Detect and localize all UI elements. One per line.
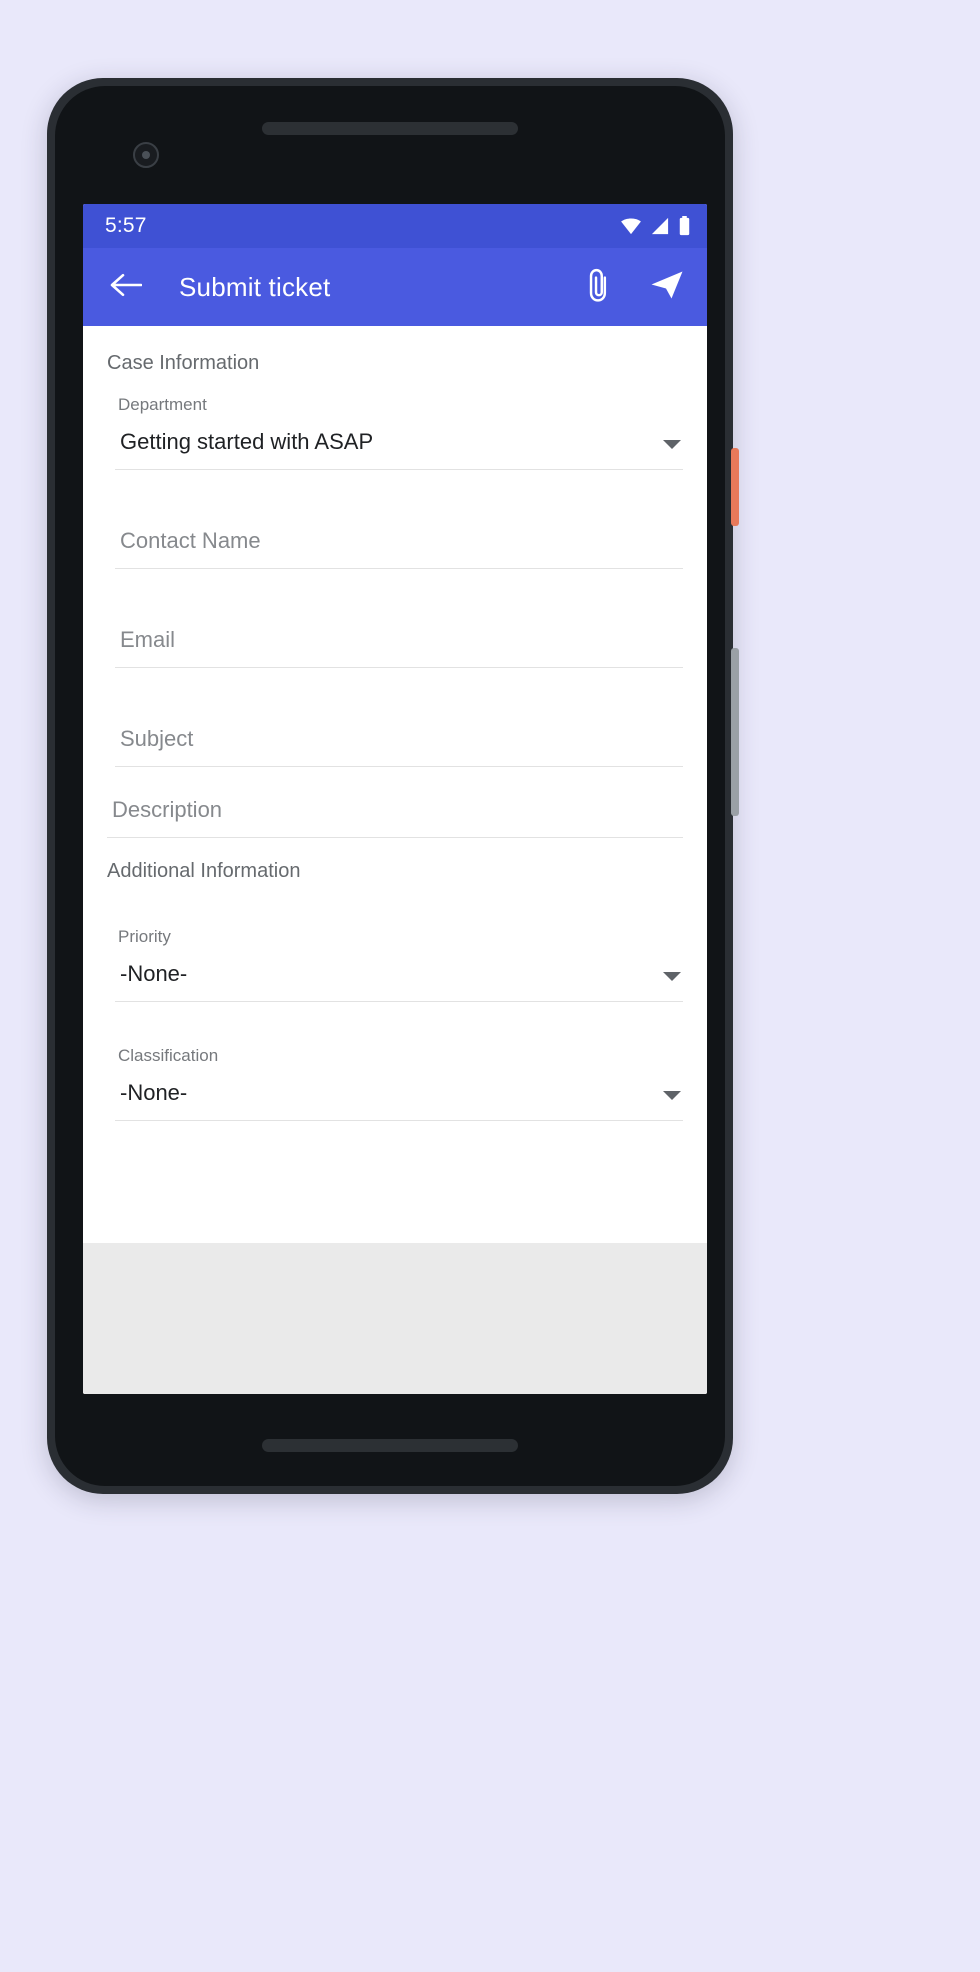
form-content: Case Information Department Getting star…	[83, 326, 707, 1243]
chevron-down-icon	[663, 1091, 681, 1100]
earpiece-speaker	[262, 122, 518, 135]
chevron-down-icon	[663, 972, 681, 981]
paperclip-icon	[586, 268, 612, 307]
field-email[interactable]: Email	[115, 569, 683, 668]
field-label-priority: Priority	[118, 927, 171, 946]
subject-input[interactable]: Subject	[115, 726, 683, 767]
priority-value: -None-	[120, 961, 188, 986]
status-bar: 5:57	[83, 204, 707, 248]
screenshot-root: 5:57 Submit ticket Case Information Depa…	[0, 0, 980, 1972]
back-button[interactable]	[107, 268, 145, 306]
priority-select[interactable]: -None-	[115, 961, 683, 1002]
description-placeholder: Description	[112, 797, 223, 822]
phone-bezel: 5:57 Submit ticket Case Information Depa…	[55, 86, 725, 1486]
app-bar-actions	[581, 268, 685, 307]
classification-select[interactable]: -None-	[115, 1080, 683, 1121]
chevron-down-icon	[663, 440, 681, 449]
field-priority[interactable]: Priority -None-	[115, 883, 683, 1002]
page-title: Submit ticket	[179, 271, 331, 302]
send-icon	[650, 269, 684, 306]
field-description[interactable]: Description	[107, 767, 683, 838]
section-header-case-information: Case Information	[107, 352, 260, 374]
back-arrow-icon	[110, 272, 143, 303]
section-header-additional-information: Additional Information	[107, 860, 301, 882]
wifi-icon	[620, 217, 642, 235]
contact-name-placeholder: Contact Name	[120, 528, 261, 553]
description-input[interactable]: Description	[107, 797, 683, 838]
classification-value: -None-	[120, 1080, 188, 1105]
bottom-inset-area	[83, 1243, 707, 1394]
department-select[interactable]: Getting started with ASAP	[115, 429, 683, 470]
contact-name-input[interactable]: Contact Name	[115, 528, 683, 569]
field-label-department: Department	[118, 395, 207, 414]
phone-device-frame: 5:57 Submit ticket Case Information Depa…	[47, 78, 739, 1494]
email-placeholder: Email	[120, 627, 176, 652]
app-bar: Submit ticket	[83, 248, 707, 326]
field-contact-name[interactable]: Contact Name	[115, 470, 683, 569]
power-button[interactable]	[731, 448, 739, 526]
send-button[interactable]	[649, 269, 685, 305]
cellular-signal-icon	[650, 217, 670, 235]
email-input[interactable]: Email	[115, 627, 683, 668]
volume-button[interactable]	[731, 648, 739, 816]
phone-screen: 5:57 Submit ticket Case Information Depa…	[83, 204, 707, 1394]
status-bar-icons	[620, 216, 691, 236]
subject-placeholder: Subject	[120, 726, 194, 751]
field-department[interactable]: Department Getting started with ASAP	[115, 375, 683, 470]
battery-icon	[678, 216, 691, 236]
front-camera-icon	[133, 142, 159, 168]
attach-button[interactable]	[581, 268, 617, 307]
field-classification[interactable]: Classification -None-	[115, 1002, 683, 1121]
bottom-speaker	[262, 1439, 518, 1452]
department-value: Getting started with ASAP	[120, 429, 374, 454]
field-subject[interactable]: Subject	[115, 668, 683, 767]
field-label-classification: Classification	[118, 1046, 219, 1065]
status-bar-clock: 5:57	[105, 214, 147, 237]
